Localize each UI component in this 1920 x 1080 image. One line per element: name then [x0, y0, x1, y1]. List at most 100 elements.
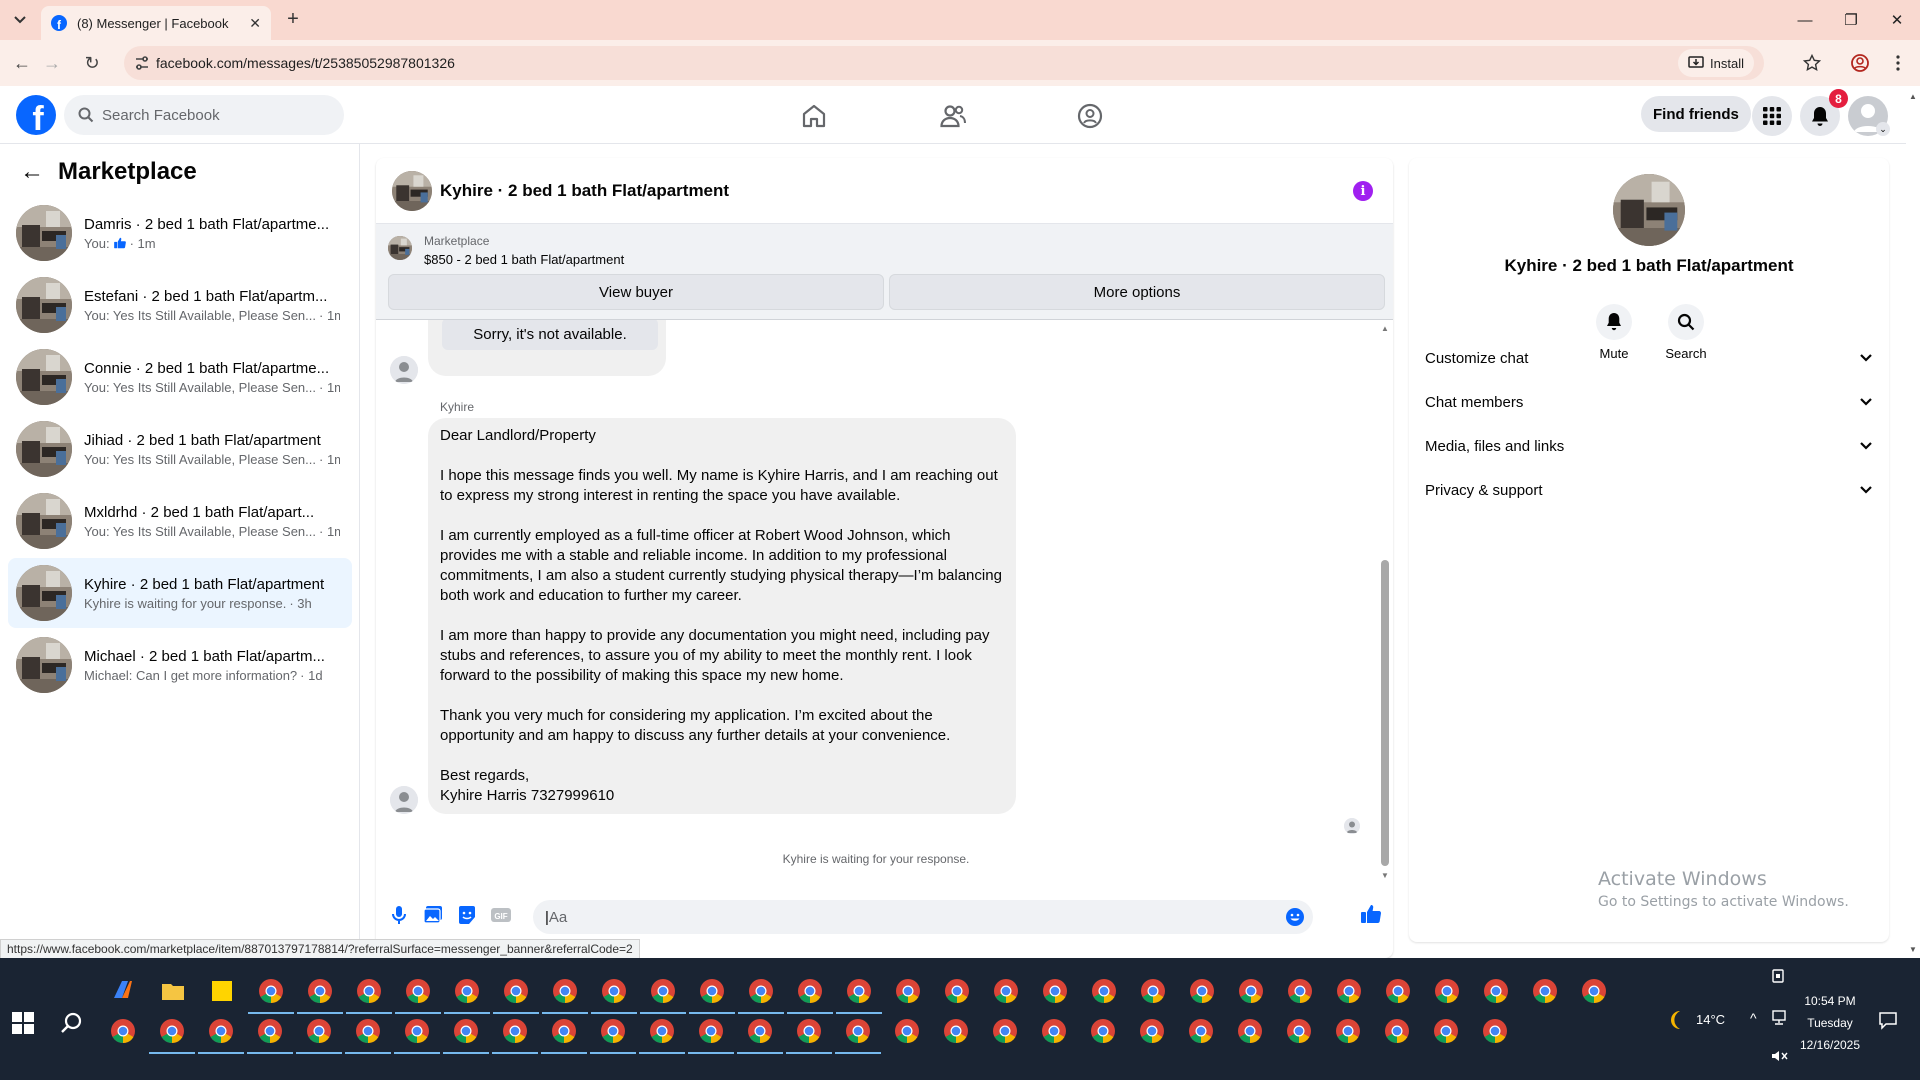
- chrome-window-icon[interactable]: [208, 1018, 234, 1044]
- chat-listing-thumbnail[interactable]: [392, 170, 432, 211]
- chrome-window-icon[interactable]: [552, 978, 578, 1004]
- speaker-muted-icon[interactable]: [1770, 1048, 1788, 1064]
- chrome-window-icon[interactable]: [747, 1018, 773, 1044]
- emoji-icon[interactable]: [1285, 907, 1305, 927]
- minimize-window-button[interactable]: —: [1782, 0, 1828, 40]
- more-options-button[interactable]: More options: [889, 274, 1385, 310]
- sticky-notes-icon[interactable]: [209, 978, 235, 1004]
- tab-search-chevron-icon[interactable]: [8, 8, 32, 32]
- chrome-window-icon[interactable]: [306, 1018, 332, 1044]
- chrome-window-icon[interactable]: [1532, 978, 1558, 1004]
- chrome-window-icon[interactable]: [1042, 978, 1068, 1004]
- view-buyer-button[interactable]: View buyer: [388, 274, 884, 310]
- chrome-window-icon[interactable]: [797, 978, 823, 1004]
- chrome-window-icon[interactable]: [551, 1018, 577, 1044]
- chrome-window-icon[interactable]: [845, 1018, 871, 1044]
- chrome-window-icon[interactable]: [600, 1018, 626, 1044]
- chrome-window-icon[interactable]: [993, 978, 1019, 1004]
- chrome-window-icon[interactable]: [502, 1018, 528, 1044]
- microphone-icon[interactable]: [388, 904, 410, 926]
- chrome-window-icon[interactable]: [895, 978, 921, 1004]
- chrome-window-icon[interactable]: [1139, 1018, 1165, 1044]
- reload-icon[interactable]: ↻: [80, 51, 104, 75]
- thread-scroll-thumb[interactable]: [1381, 560, 1389, 866]
- gif-icon[interactable]: GIF: [490, 904, 512, 926]
- active-browser-tab[interactable]: f (8) Messenger | Facebook ✕: [41, 6, 271, 40]
- chrome-window-icon[interactable]: [698, 1018, 724, 1044]
- groups-icon[interactable]: [1076, 102, 1104, 130]
- site-info-icon[interactable]: [134, 55, 150, 71]
- thumbs-up-icon[interactable]: [1359, 902, 1383, 926]
- home-icon[interactable]: [800, 102, 828, 130]
- new-tab-button[interactable]: +: [283, 9, 303, 30]
- account-chevron-down-icon[interactable]: ⌄: [1876, 122, 1890, 136]
- conversation-item[interactable]: Jihiad · 2 bed 1 bath Flat/apartment You:…: [8, 414, 352, 484]
- browser-menu-icon[interactable]: [1886, 51, 1910, 75]
- chrome-window-icon[interactable]: [307, 978, 333, 1004]
- info-listing-thumbnail[interactable]: [1613, 174, 1685, 246]
- banner-listing-thumbnail[interactable]: [388, 236, 412, 260]
- close-window-button[interactable]: ✕: [1874, 0, 1920, 40]
- photo-attach-icon[interactable]: [422, 904, 444, 926]
- sender-avatar[interactable]: [390, 356, 418, 384]
- chrome-window-icon[interactable]: [1238, 978, 1264, 1004]
- network-icon[interactable]: [1770, 1010, 1788, 1026]
- chrome-window-icon[interactable]: [453, 1018, 479, 1044]
- info-section-row[interactable]: Chat members: [1425, 380, 1873, 424]
- facebook-search-input[interactable]: Search Facebook: [64, 95, 344, 135]
- menu-grid-icon[interactable]: [1752, 96, 1792, 136]
- chrome-window-icon[interactable]: [1335, 1018, 1361, 1044]
- chrome-window-icon[interactable]: [699, 978, 725, 1004]
- chrome-window-icon[interactable]: [601, 978, 627, 1004]
- chrome-window-icon[interactable]: [1090, 1018, 1116, 1044]
- chrome-window-icon[interactable]: [1287, 978, 1313, 1004]
- windows-start-icon[interactable]: [12, 1012, 34, 1034]
- app-window-icon[interactable]: [258, 978, 284, 1004]
- weather-moon-icon[interactable]: [1664, 1008, 1688, 1032]
- banner-item-title[interactable]: $850 - 2 bed 1 bath Flat/apartment: [424, 252, 624, 267]
- chrome-window-icon[interactable]: [650, 978, 676, 1004]
- chrome-window-icon[interactable]: [846, 978, 872, 1004]
- chrome-window-icon[interactable]: [943, 1018, 969, 1044]
- chrome-window-icon[interactable]: [649, 1018, 675, 1044]
- tray-device-icon[interactable]: [1770, 968, 1786, 984]
- install-app-button[interactable]: Install: [1678, 49, 1754, 77]
- tray-overflow-chevron-icon[interactable]: ^: [1750, 1010, 1757, 1026]
- back-arrow-icon[interactable]: ←: [20, 158, 44, 186]
- chrome-window-icon[interactable]: [894, 1018, 920, 1044]
- chrome-window-icon[interactable]: [454, 978, 480, 1004]
- conversation-item[interactable]: Connie · 2 bed 1 bath Flat/apartme... You…: [8, 342, 352, 412]
- find-friends-button[interactable]: Find friends: [1641, 96, 1751, 132]
- forward-arrow-icon[interactable]: →: [40, 51, 64, 75]
- info-section-row[interactable]: Privacy & support: [1425, 468, 1873, 512]
- chrome-window-icon[interactable]: [405, 978, 431, 1004]
- chrome-window-icon[interactable]: [1286, 1018, 1312, 1044]
- message-thread[interactable]: Sorry, it's not available. Kyhire Dear L…: [376, 320, 1393, 880]
- chrome-window-icon[interactable]: [796, 1018, 822, 1044]
- taskbar-search-icon[interactable]: [60, 1011, 84, 1035]
- chrome-window-icon[interactable]: [748, 978, 774, 1004]
- close-tab-icon[interactable]: ✕: [249, 15, 261, 32]
- conversation-item[interactable]: Mxldrhd · 2 bed 1 bath Flat/apart... You:…: [8, 486, 352, 556]
- chrome-window-icon[interactable]: [992, 1018, 1018, 1044]
- notification-center-icon[interactable]: [1878, 1010, 1898, 1030]
- chat-title[interactable]: Kyhire · 2 bed 1 bath Flat/apartment: [440, 181, 729, 201]
- file-explorer-icon[interactable]: [160, 978, 186, 1004]
- info-section-row[interactable]: Media, files and links: [1425, 424, 1873, 468]
- chrome-window-icon[interactable]: [257, 1018, 283, 1044]
- chrome-window-icon[interactable]: [1385, 978, 1411, 1004]
- address-bar[interactable]: facebook.com/messages/t/2538505298780132…: [124, 46, 1764, 80]
- chrome-window-icon[interactable]: [1384, 1018, 1410, 1044]
- sticker-icon[interactable]: [456, 904, 478, 926]
- chrome-window-icon[interactable]: [159, 1018, 185, 1044]
- chrome-window-icon[interactable]: [944, 978, 970, 1004]
- sender-avatar[interactable]: [390, 786, 418, 814]
- conversation-item[interactable]: Estefani · 2 bed 1 bath Flat/apartm... Yo…: [8, 270, 352, 340]
- chrome-window-icon[interactable]: [356, 978, 382, 1004]
- chrome-window-icon[interactable]: [503, 978, 529, 1004]
- copilot-icon[interactable]: [110, 978, 136, 1004]
- chrome-window-icon[interactable]: [355, 1018, 381, 1044]
- chrome-window-icon[interactable]: [1091, 978, 1117, 1004]
- chrome-window-icon[interactable]: [1041, 1018, 1067, 1044]
- conversation-item[interactable]: Michael · 2 bed 1 bath Flat/apartm... Mic…: [8, 630, 352, 700]
